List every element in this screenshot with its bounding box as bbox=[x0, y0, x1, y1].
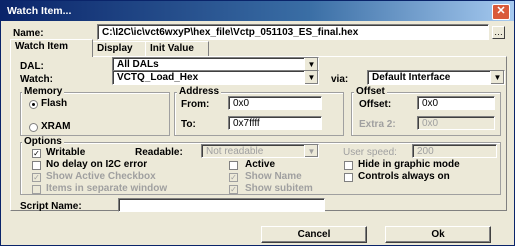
readable-select-value: Not readable bbox=[201, 144, 319, 158]
name-field[interactable]: C:\I2C\ic\vct6wxyP\hex_file\Vctp_051103_… bbox=[97, 24, 489, 40]
dal-label: DAL: bbox=[20, 61, 44, 72]
browse-icon[interactable]: … bbox=[492, 26, 505, 39]
show-active-checkbox: ✓ bbox=[32, 173, 41, 182]
flash-label[interactable]: Flash bbox=[41, 98, 67, 109]
from-label: From: bbox=[181, 99, 210, 110]
writable-checkbox[interactable]: ✓ bbox=[32, 149, 41, 158]
address-group-title: Address bbox=[177, 86, 222, 97]
user-speed-field: 200 bbox=[412, 144, 497, 158]
memory-group-title: Memory bbox=[22, 86, 65, 97]
show-subitem-checkbox: ✓ bbox=[229, 185, 238, 194]
ok-button[interactable]: Ok bbox=[385, 226, 491, 243]
hide-graphic-label[interactable]: Hide in graphic mode bbox=[358, 159, 460, 170]
xram-radio[interactable] bbox=[29, 123, 38, 132]
items-separate-label: Items in separate window bbox=[46, 183, 168, 194]
to-field[interactable]: 0x7ffff bbox=[228, 116, 322, 130]
watch-item-dialog: Watch Item... ✕ Name: C:\I2C\ic\vct6wxyP… bbox=[0, 0, 515, 246]
via-select-value: Default Interface bbox=[367, 70, 505, 85]
items-separate-checkbox bbox=[32, 185, 41, 194]
script-name-field[interactable] bbox=[118, 198, 325, 212]
hide-graphic-checkbox[interactable] bbox=[344, 161, 353, 170]
name-label: Name: bbox=[13, 28, 44, 39]
show-name-checkbox: ✓ bbox=[229, 173, 238, 182]
script-name-label: Script Name: bbox=[20, 201, 82, 212]
active-label[interactable]: Active bbox=[245, 159, 275, 170]
no-delay-checkbox[interactable] bbox=[32, 161, 41, 170]
options-group-title: Options bbox=[22, 136, 64, 147]
flash-radio[interactable] bbox=[29, 100, 38, 109]
show-name-label: Show Name bbox=[245, 171, 302, 182]
via-select[interactable]: Default Interface bbox=[367, 70, 505, 85]
tab-display[interactable]: Display bbox=[92, 41, 146, 56]
chevron-down-icon[interactable] bbox=[490, 71, 504, 84]
from-field[interactable]: 0x0 bbox=[228, 96, 322, 110]
via-label: via: bbox=[331, 74, 349, 85]
show-active-label: Show Active Checkbox bbox=[46, 171, 156, 182]
controls-always-on-label[interactable]: Controls always on bbox=[358, 171, 450, 182]
watch-select-value: VCTQ_Load_Hex bbox=[112, 70, 319, 85]
active-checkbox[interactable] bbox=[229, 161, 238, 170]
title-bar[interactable]: Watch Item... ✕ bbox=[1, 1, 514, 21]
extra2-label: Extra 2: bbox=[359, 119, 396, 130]
chevron-down-icon[interactable] bbox=[304, 71, 318, 84]
watch-select[interactable]: VCTQ_Load_Hex bbox=[112, 70, 319, 85]
watch-label: Watch: bbox=[20, 74, 53, 85]
offset-field[interactable]: 0x0 bbox=[417, 96, 495, 110]
no-delay-label[interactable]: No delay on I2C error bbox=[46, 159, 147, 170]
offset-group-title: Offset bbox=[354, 86, 387, 97]
offset-label: Offset: bbox=[359, 99, 392, 110]
writable-label[interactable]: Writable bbox=[46, 147, 85, 158]
cancel-button[interactable]: Cancel bbox=[261, 226, 367, 243]
show-subitem-label: Show subitem bbox=[245, 183, 313, 194]
chevron-down-icon bbox=[304, 145, 318, 157]
to-label: To: bbox=[181, 119, 196, 130]
tab-init-value[interactable]: Init Value bbox=[145, 41, 209, 56]
extra2-field: 0x0 bbox=[417, 116, 495, 130]
user-speed-label: User speed: bbox=[343, 147, 397, 158]
window-title: Watch Item... bbox=[7, 5, 72, 17]
controls-always-on-checkbox[interactable] bbox=[344, 173, 353, 182]
close-icon[interactable]: ✕ bbox=[492, 4, 510, 20]
readable-label: Readable: bbox=[135, 147, 183, 158]
xram-label[interactable]: XRAM bbox=[41, 121, 70, 132]
readable-select: Not readable bbox=[201, 144, 319, 158]
tab-watch-item[interactable]: Watch Item bbox=[10, 39, 93, 57]
